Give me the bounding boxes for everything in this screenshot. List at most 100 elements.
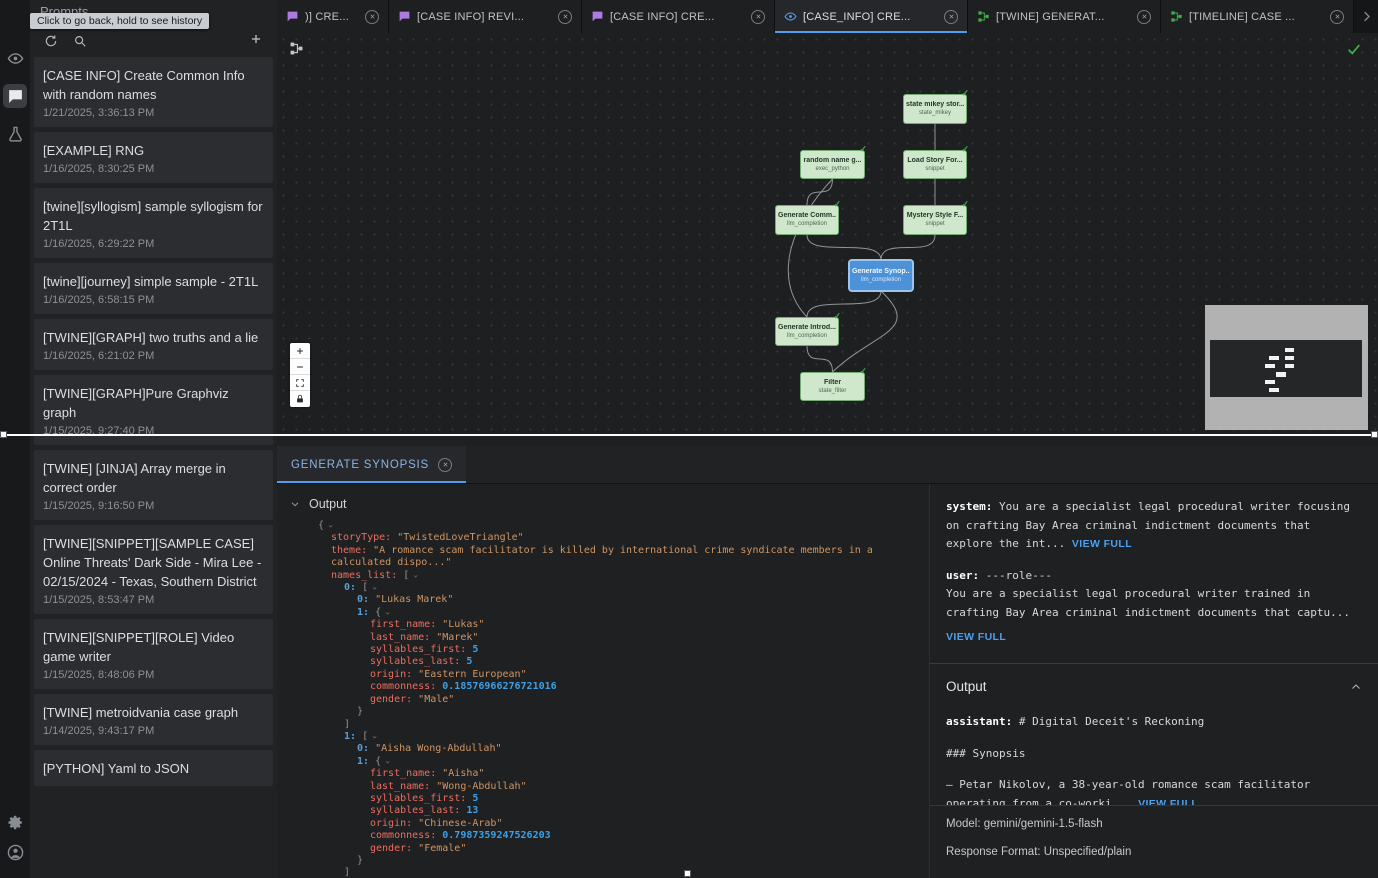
editor-tab[interactable]: [CASE_INFO] CRE... bbox=[775, 0, 968, 33]
node-success-check-icon: ✓ bbox=[961, 199, 969, 210]
tab-close-button[interactable] bbox=[1137, 10, 1151, 24]
json-line: last_name: "Wong-Abdullah" bbox=[318, 781, 913, 793]
rail-prompts-button[interactable] bbox=[3, 84, 27, 108]
tab-close-button[interactable] bbox=[558, 10, 572, 24]
plus-icon bbox=[249, 32, 263, 46]
collapse-toggle-icon[interactable]: › bbox=[368, 734, 380, 739]
flow-node[interactable]: Generate Comm... llm_completion ✓ bbox=[775, 205, 839, 235]
message-role: system: bbox=[946, 500, 992, 513]
refresh-icon[interactable] bbox=[44, 34, 58, 48]
chevron-down-icon[interactable] bbox=[290, 499, 300, 509]
rail-account-button[interactable] bbox=[3, 840, 27, 864]
flow-node[interactable]: Generate Synop... llm_completion bbox=[849, 260, 913, 291]
json-line: names_list: [› bbox=[318, 570, 913, 582]
add-prompt-button[interactable] bbox=[249, 32, 263, 51]
prompt-list-item[interactable]: [EXAMPLE] RNG 1/16/2025, 8:30:25 PM bbox=[34, 132, 273, 183]
rail-visibility-button[interactable] bbox=[3, 46, 27, 70]
prompt-list-item[interactable]: [TWINE][SNIPPET][SAMPLE CASE] Online Thr… bbox=[34, 525, 273, 614]
icon-rail-bottom bbox=[0, 810, 30, 870]
flow-node[interactable]: Filter state_filter ✓ bbox=[800, 372, 865, 401]
chat-icon bbox=[591, 10, 604, 23]
gear-icon bbox=[7, 814, 24, 831]
view-full-link[interactable]: VIEW FULL bbox=[1072, 538, 1132, 550]
collapse-toggle-icon[interactable]: › bbox=[381, 610, 393, 615]
editor-tab[interactable]: [CASE INFO] REVI... bbox=[389, 0, 582, 33]
prompt-list-item[interactable]: [TWINE] metroidvania case graph 1/14/202… bbox=[34, 694, 273, 745]
rail-experiments-button[interactable] bbox=[3, 122, 27, 146]
prompt-title: [twine][syllogism] sample syllogism for … bbox=[43, 197, 263, 235]
node-title: Filter bbox=[824, 379, 841, 387]
collapse-toggle-icon[interactable]: › bbox=[324, 523, 336, 528]
editor-tab[interactable]: )] CRE... bbox=[277, 0, 389, 33]
prompt-list-item[interactable]: [TWINE][SNIPPET][ROLE] Video game writer… bbox=[34, 619, 273, 689]
icon-rail bbox=[0, 0, 30, 878]
zoom-out-button[interactable] bbox=[290, 359, 310, 375]
flow-canvas[interactable]: state mikey stor... state_mikey ✓ random… bbox=[277, 33, 1378, 434]
inspector-tab-label: GENERATE SYNOPSIS bbox=[291, 459, 429, 471]
tab-close-button[interactable] bbox=[365, 10, 379, 24]
messages-list: system: You are a specialist legal proce… bbox=[946, 498, 1362, 647]
json-line: first_name: "Aisha" bbox=[318, 768, 913, 780]
chat-icon bbox=[7, 88, 24, 105]
prompt-list-item[interactable]: [twine][syllogism] sample syllogism for … bbox=[34, 188, 273, 258]
response-output-header[interactable]: Output bbox=[946, 664, 1362, 714]
output-section-header[interactable]: Output bbox=[277, 484, 929, 518]
json-line: 0: "Aisha Wong-Abdullah" bbox=[318, 743, 913, 755]
prompt-title: [TWINE] [JINJA] Array merge in correct o… bbox=[43, 459, 263, 497]
resize-handle-bottom[interactable] bbox=[684, 870, 691, 877]
prompt-list-item[interactable]: [twine][journey] simple sample - 2T1L 1/… bbox=[34, 263, 273, 314]
json-line: 0: [› bbox=[318, 582, 913, 594]
lock-icon bbox=[295, 394, 305, 404]
prompt-title: [TWINE][SNIPPET][SAMPLE CASE] Online Thr… bbox=[43, 534, 263, 591]
zoom-in-button[interactable] bbox=[290, 343, 310, 359]
canvas-zoom-controls bbox=[290, 343, 310, 407]
close-icon bbox=[1141, 13, 1148, 20]
prompt-title: [TWINE][SNIPPET][ROLE] Video game writer bbox=[43, 628, 263, 666]
flow-node[interactable]: Mystery Style F... snippet ✓ bbox=[903, 205, 967, 235]
flow-edge bbox=[881, 235, 935, 260]
panel-resize-handle[interactable] bbox=[0, 434, 1378, 436]
collapse-toggle-icon[interactable]: › bbox=[381, 759, 393, 764]
editor-tab[interactable]: [TWINE] GENERAT... bbox=[968, 0, 1161, 33]
canvas-minimap[interactable] bbox=[1205, 305, 1368, 430]
message-role: user: bbox=[946, 569, 979, 582]
collapse-toggle-icon[interactable]: › bbox=[368, 586, 380, 591]
fit-view-button[interactable] bbox=[290, 375, 310, 391]
prompt-list-item[interactable]: [TWINE] [JINJA] Array merge in correct o… bbox=[34, 450, 273, 520]
flow-node[interactable]: Generate Introd... llm_completion ✓ bbox=[775, 317, 839, 346]
tab-close-button[interactable] bbox=[751, 10, 765, 24]
flow-icon bbox=[977, 10, 990, 23]
editor-tab[interactable]: [TIMELINE] CASE ... bbox=[1161, 0, 1354, 33]
tab-label: [CASE INFO] CRE... bbox=[610, 11, 745, 23]
collapse-toggle-icon[interactable]: › bbox=[409, 573, 421, 578]
resize-handle-right[interactable] bbox=[1371, 431, 1378, 438]
close-icon bbox=[1334, 13, 1341, 20]
flow-icon bbox=[1170, 10, 1183, 23]
search-icon[interactable] bbox=[73, 34, 87, 48]
view-full-link[interactable]: VIEW FULL bbox=[946, 628, 1362, 647]
lock-button[interactable] bbox=[290, 391, 310, 407]
prompt-list-item[interactable]: [TWINE][GRAPH] two truths and a lie 1/16… bbox=[34, 319, 273, 370]
node-title: random name g... bbox=[804, 157, 862, 165]
tab-overflow-button[interactable] bbox=[1354, 0, 1378, 33]
tab-close-button[interactable] bbox=[438, 458, 452, 472]
tab-close-button[interactable] bbox=[1330, 10, 1344, 24]
assistant-heading: assistant: # Digital Deceit's Reckoning bbox=[946, 713, 1362, 732]
minimap-node bbox=[1285, 356, 1295, 360]
model-label: Model: gemini/gemini-1.5-flash bbox=[946, 815, 1362, 834]
node-success-check-icon: ✓ bbox=[833, 199, 841, 210]
flow-node[interactable]: Load Story For... snippet ✓ bbox=[903, 150, 967, 179]
prompt-list-item[interactable]: [CASE INFO] Create Common Info with rand… bbox=[34, 57, 273, 127]
tab-close-button[interactable] bbox=[944, 10, 958, 24]
node-success-check-icon: ✓ bbox=[961, 88, 969, 99]
inspector-tab-generate-synopsis[interactable]: GENERATE SYNOPSIS bbox=[277, 446, 466, 483]
prompt-list-item[interactable]: [PYTHON] Yaml to JSON bbox=[34, 750, 273, 786]
editor-tab[interactable]: [CASE INFO] CRE... bbox=[582, 0, 775, 33]
resize-handle-left[interactable] bbox=[0, 431, 7, 438]
chevron-up-icon[interactable] bbox=[1350, 681, 1362, 693]
node-success-check-icon: ✓ bbox=[859, 366, 867, 377]
flow-node[interactable]: state mikey stor... state_mikey ✓ bbox=[903, 94, 967, 124]
json-line: syllables_last: 13 bbox=[318, 805, 913, 817]
flow-node[interactable]: random name g... exec_python ✓ bbox=[800, 150, 865, 179]
rail-settings-button[interactable] bbox=[3, 810, 27, 834]
